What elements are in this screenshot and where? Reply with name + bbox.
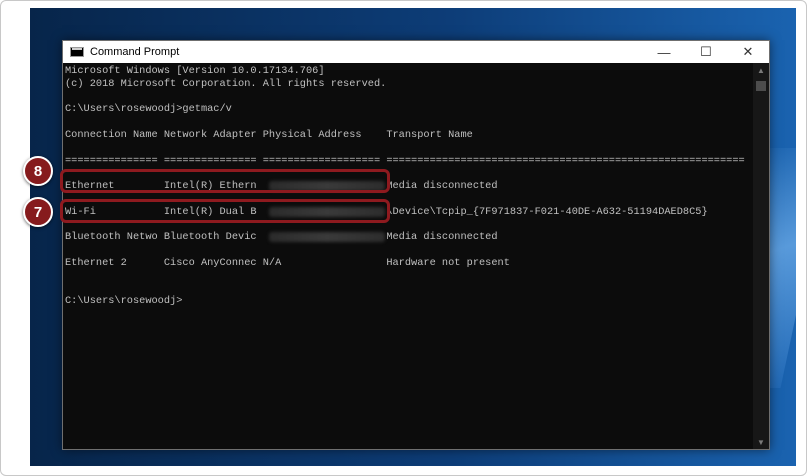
window-titlebar[interactable]: Command Prompt — ☐ ✕ — [63, 41, 769, 63]
console-line: Connection Name Network Adapter Physical… — [65, 129, 473, 141]
vertical-scrollbar[interactable]: ▲ ▼ — [753, 63, 769, 449]
maximize-button[interactable]: ☐ — [685, 41, 727, 63]
wifi-row-highlight — [60, 199, 390, 223]
close-button[interactable]: ✕ — [727, 41, 769, 63]
console-line: =============== =============== ========… — [65, 155, 745, 167]
console-line: Ethernet 2 Cisco AnyConnec N/A Hardware … — [65, 257, 510, 269]
command-prompt-window[interactable]: Command Prompt — ☐ ✕ Microsoft Windows [… — [62, 40, 770, 450]
callout-badge-7: 7 — [23, 197, 53, 227]
redacted-mac-address — [269, 232, 385, 242]
console-line: Microsoft Windows [Version 10.0.17134.70… — [65, 65, 325, 77]
console-line: C:\Users\rosewoodj> — [65, 295, 183, 307]
command-prompt-icon[interactable] — [70, 47, 84, 57]
window-title: Command Prompt — [90, 46, 180, 58]
console-line: C:\Users\rosewoodj>getmac/v — [65, 103, 232, 115]
ethernet-row-highlight — [60, 169, 390, 193]
console-output[interactable]: Microsoft Windows [Version 10.0.17134.70… — [63, 63, 753, 449]
console-line: (c) 2018 Microsoft Corporation. All righ… — [65, 78, 387, 90]
window-controls: — ☐ ✕ — [643, 41, 769, 63]
scroll-thumb[interactable] — [756, 81, 766, 91]
scroll-up-arrow-icon[interactable]: ▲ — [753, 63, 769, 77]
minimize-button[interactable]: — — [643, 41, 685, 63]
callout-badge-8: 8 — [23, 156, 53, 186]
scroll-down-arrow-icon[interactable]: ▼ — [753, 435, 769, 449]
